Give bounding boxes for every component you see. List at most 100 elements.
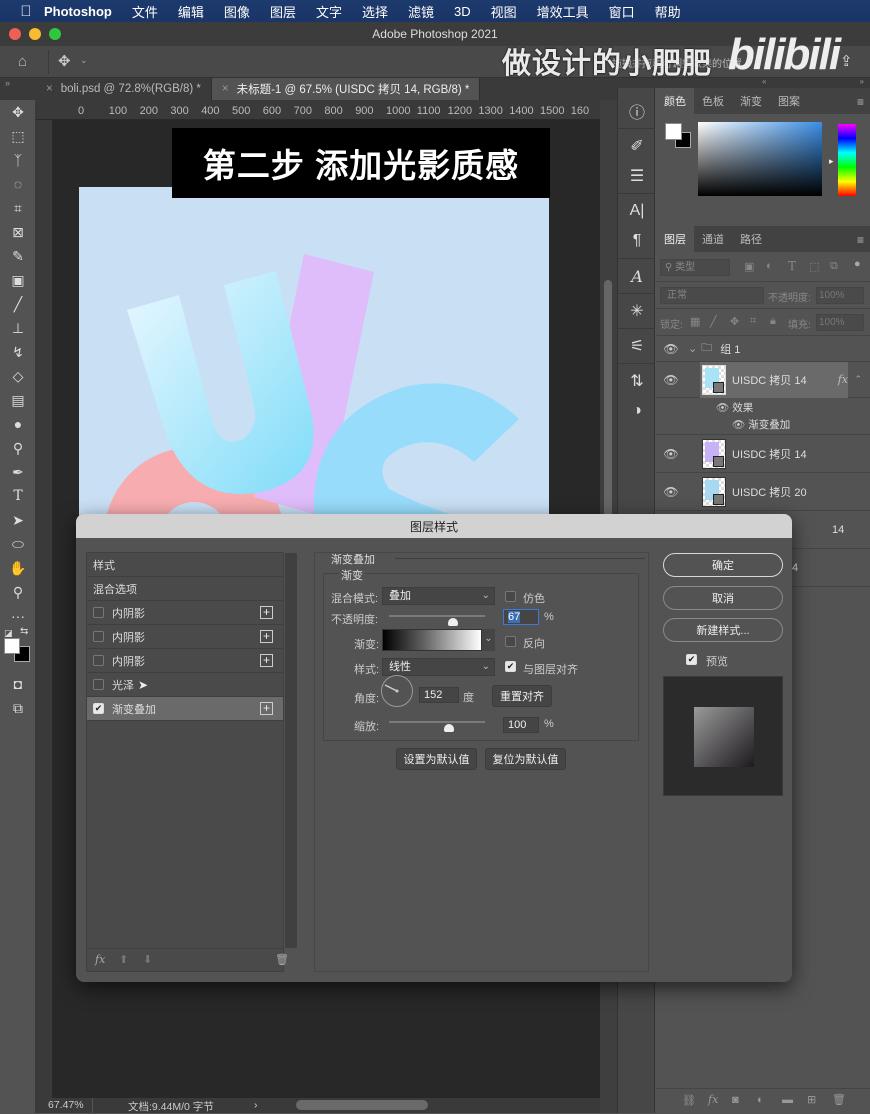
close-tab-icon[interactable]: × <box>46 83 53 95</box>
scale-input[interactable]: 100 <box>503 717 539 733</box>
menu-photoshop[interactable]: Photoshop <box>44 4 112 19</box>
tab-swatches[interactable]: 色板 <box>694 88 732 114</box>
tab-patterns[interactable]: 图案 <box>770 88 808 114</box>
style-item-gradient-overlay[interactable]: ✔ 渐变叠加 + <box>87 697 283 721</box>
crop-tool-icon[interactable]: ⌗ <box>0 196 36 220</box>
apple-icon[interactable]:  <box>18 3 34 20</box>
hue-pointer[interactable]: ▸ <box>829 156 834 167</box>
menu-help[interactable]: 帮助 <box>655 2 681 21</box>
maximize-window-button[interactable] <box>49 28 61 40</box>
lock-transparent-icon[interactable]: ▦ <box>690 315 700 328</box>
menu-edit[interactable]: 编辑 <box>178 2 204 21</box>
eyedropper-tool-icon[interactable]: ✎ <box>0 244 36 268</box>
tab-channels[interactable]: 通道 <box>694 226 732 252</box>
visibility-eye-icon[interactable]: 👁︎ <box>656 373 686 387</box>
chevron-up-icon[interactable]: ⌃ <box>854 374 862 385</box>
style-checkbox[interactable] <box>93 607 104 618</box>
dither-checkbox[interactable] <box>505 591 516 602</box>
share-icon[interactable]: ⇪ <box>840 52 853 70</box>
layer-row[interactable]: 👁︎ UISDC 拷贝 20 <box>656 473 870 511</box>
effect-row[interactable]: 👁︎ 渐变叠加 <box>732 417 790 432</box>
style-item-inner-shadow[interactable]: 内阴影 + <box>87 649 283 673</box>
glyphs-icon[interactable]: A <box>618 261 656 291</box>
scale-slider-knob[interactable] <box>444 724 455 732</box>
style-checkbox[interactable] <box>93 631 104 642</box>
filter-adjust-icon[interactable]: ◐ <box>766 260 773 272</box>
light-effects-icon[interactable]: ✳ <box>618 296 656 326</box>
move-tool-icon[interactable]: ✥ <box>58 52 71 70</box>
layer-row[interactable]: 👁︎ UISDC 拷贝 14 <box>656 435 870 473</box>
panel-menu-icon[interactable]: ≡ <box>857 233 864 247</box>
horizontal-scrollbar[interactable] <box>296 1100 428 1110</box>
menu-window[interactable]: 窗口 <box>609 2 635 21</box>
link-layers-icon[interactable]: ⛓︎ <box>682 1094 696 1107</box>
filter-shape-icon[interactable]: ⬚ <box>809 260 819 273</box>
type-tool-icon[interactable]: T <box>0 484 36 508</box>
paragraph-icon[interactable]: ¶ <box>618 226 656 256</box>
color-spectrum[interactable] <box>698 122 822 196</box>
more-tools-icon[interactable]: ··· <box>0 604 36 628</box>
filter-toggle[interactable]: ● <box>854 258 861 270</box>
eraser-tool-icon[interactable]: ◇ <box>0 364 36 388</box>
dodge-tool-icon[interactable]: ⚲ <box>0 436 36 460</box>
style-item-satin[interactable]: 光泽 ➤ <box>87 673 283 697</box>
frame-tool-icon[interactable]: ⊠ <box>0 220 36 244</box>
lock-position-icon[interactable]: ✥ <box>730 315 739 328</box>
filter-pixel-icon[interactable]: ▣ <box>744 260 754 273</box>
color-swatches[interactable]: ◪ ⇆ <box>0 626 35 672</box>
reverse-checkbox[interactable] <box>505 636 516 647</box>
brush-presets-icon[interactable]: ☰ <box>618 161 656 191</box>
lock-artboard-icon[interactable]: ⌗ <box>750 315 756 328</box>
swap-colors-icon[interactable]: ⇆ <box>20 626 28 637</box>
style-checkbox[interactable]: ✔ <box>93 703 104 714</box>
move-tool-icon[interactable]: ✥ <box>0 100 36 124</box>
layer-filter-select[interactable]: ⚲ 类型 <box>660 259 730 276</box>
status-menu-arrow[interactable]: › <box>254 1099 258 1111</box>
filter-type-icon[interactable]: T <box>788 259 796 273</box>
reset-alignment-button[interactable]: 重置对齐 <box>492 685 552 707</box>
style-checkbox[interactable] <box>93 655 104 666</box>
marquee-tool-icon[interactable]: ⬚ <box>0 124 36 148</box>
layer-row-selected[interactable]: 👁︎ UISDC 拷贝 14 fx ⌃ <box>656 362 870 398</box>
close-window-button[interactable] <box>9 28 21 40</box>
ok-button[interactable]: 确定 <box>663 553 783 577</box>
opacity-slider-knob[interactable] <box>448 618 459 626</box>
menu-type[interactable]: 文字 <box>316 2 342 21</box>
quick-select-tool-icon[interactable]: ◌ <box>0 172 36 196</box>
document-canvas[interactable] <box>79 187 549 517</box>
visibility-eye-icon[interactable]: 👁︎ <box>656 342 686 356</box>
add-style-icon[interactable]: + <box>260 702 273 715</box>
zoom-tool-icon[interactable]: ⚲ <box>0 580 36 604</box>
move-down-icon[interactable]: ⬇ <box>143 953 152 966</box>
add-style-icon[interactable]: + <box>260 654 273 667</box>
path-select-tool-icon[interactable]: ➤ <box>0 508 36 532</box>
layer-fill-input[interactable]: 100% <box>816 314 864 331</box>
align-with-layer-checkbox[interactable]: ✔ <box>505 661 516 672</box>
cancel-button[interactable]: 取消 <box>663 586 783 610</box>
properties-icon[interactable]: ◑ <box>618 396 656 426</box>
foreground-color-swatch[interactable] <box>4 638 20 654</box>
add-style-icon[interactable]: + <box>260 630 273 643</box>
menu-view[interactable]: 视图 <box>491 2 517 21</box>
tab-layers[interactable]: 图层 <box>656 226 694 252</box>
chevron-down-icon[interactable]: ⌄ <box>688 342 697 355</box>
delete-layer-icon[interactable]: 🗑︎ <box>832 1093 846 1106</box>
ellipse-tool-icon[interactable]: ⬭ <box>0 532 36 556</box>
move-up-icon[interactable]: ⬆ <box>119 953 128 966</box>
angle-dial[interactable] <box>381 675 413 707</box>
screen-mode-icon[interactable]: ⧉ <box>0 696 36 720</box>
blur-tool-icon[interactable]: ● <box>0 412 36 436</box>
add-style-icon[interactable]: + <box>260 606 273 619</box>
new-layer-icon[interactable]: ⊞ <box>807 1093 816 1106</box>
menu-image[interactable]: 图像 <box>224 2 250 21</box>
styles-header[interactable]: 样式 <box>87 553 283 577</box>
layer-blend-mode[interactable]: 正常 <box>660 287 764 304</box>
lock-pixels-icon[interactable]: ╱ <box>710 315 717 328</box>
home-icon[interactable]: ⌂ <box>18 53 27 70</box>
gradient-picker-chevron-icon[interactable]: ⌄ <box>482 629 495 651</box>
menu-filter[interactable]: 滤镜 <box>408 2 434 21</box>
menu-3d[interactable]: 3D <box>454 4 471 19</box>
hand-tool-icon[interactable]: ✋ <box>0 556 36 580</box>
gradient-tool-icon[interactable]: ▤ <box>0 388 36 412</box>
layer-opacity-input[interactable]: 100% <box>816 287 864 304</box>
